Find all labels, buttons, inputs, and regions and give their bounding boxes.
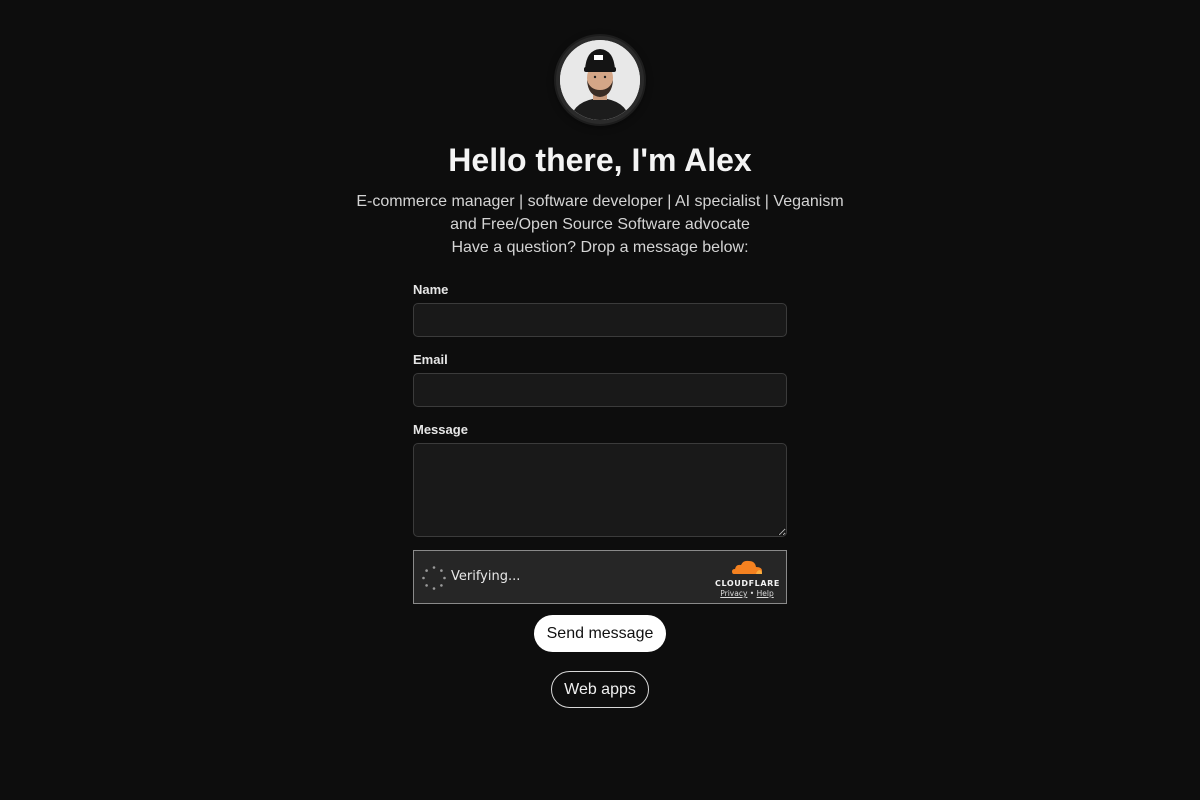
- email-label: Email: [413, 352, 448, 367]
- bio: E-commerce manager | software developer …: [350, 190, 850, 259]
- message-label: Message: [413, 422, 468, 437]
- name-label: Name: [413, 282, 449, 297]
- contact-page: Hello there, I'm Alex E-commerce manager…: [0, 0, 1200, 800]
- bio-description: E-commerce manager | software developer …: [356, 193, 844, 233]
- link-separator: •: [749, 589, 755, 598]
- cloudflare-logo: CLOUDFLARE Privacy • Help: [715, 559, 779, 599]
- send-message-button[interactable]: Send message: [534, 615, 666, 652]
- email-field[interactable]: [413, 373, 787, 407]
- avatar-photo: [560, 40, 640, 120]
- captcha-status: Verifying...: [451, 569, 521, 584]
- privacy-link[interactable]: Privacy: [720, 589, 747, 598]
- message-field[interactable]: [413, 443, 787, 537]
- help-link[interactable]: Help: [757, 589, 774, 598]
- name-field[interactable]: [413, 303, 787, 337]
- contact-form: Name Email Message Verifying... CLOUDFLA…: [413, 282, 787, 604]
- cloud-icon: [732, 560, 762, 574]
- avatar: [556, 36, 644, 124]
- page-title: Hello there, I'm Alex: [448, 142, 752, 178]
- captcha-widget[interactable]: Verifying... CLOUDFLARE Privacy • Help: [413, 550, 787, 604]
- web-apps-button[interactable]: Web apps: [551, 671, 649, 708]
- spinner-icon: [422, 566, 446, 590]
- bio-prompt: Have a question? Drop a message below:: [451, 239, 749, 256]
- captcha-links: Privacy • Help: [715, 589, 779, 599]
- cloudflare-wordmark: CLOUDFLARE: [715, 579, 780, 588]
